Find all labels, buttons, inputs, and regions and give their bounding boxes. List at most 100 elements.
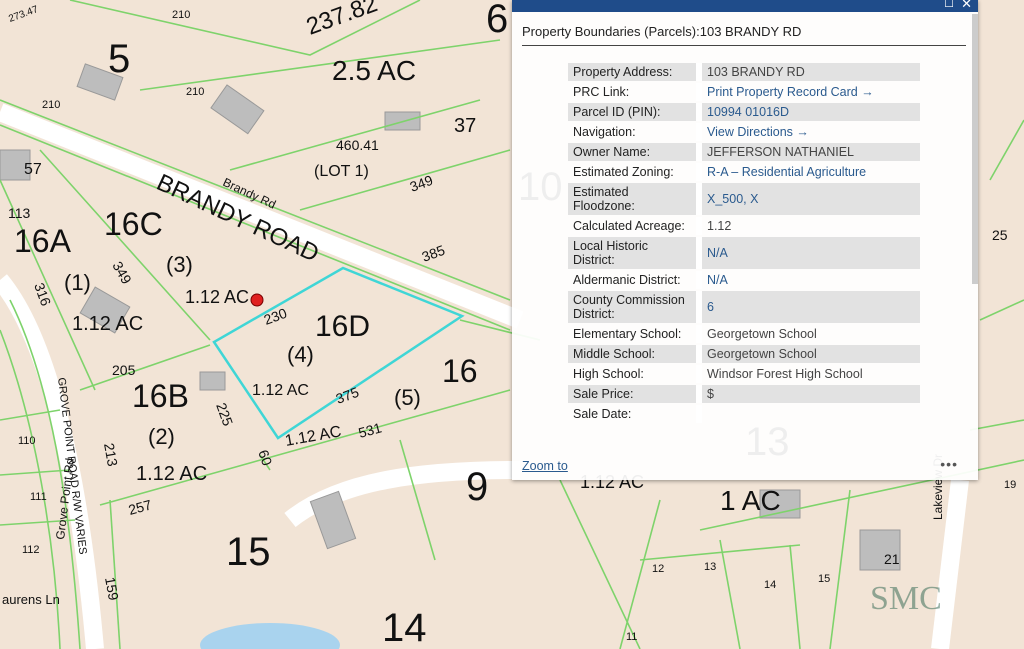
map-label: 1.12 AC (72, 313, 143, 335)
attribute-label: Middle School: (568, 345, 696, 363)
map-label: 460.41 (336, 137, 379, 153)
attribute-label: County Commission District: (568, 291, 696, 323)
attribute-label: Owner Name: (568, 143, 696, 161)
attribute-label: Estimated Floodzone: (568, 183, 696, 215)
divider (522, 45, 966, 46)
close-button[interactable]: ✕ (961, 0, 972, 11)
location-marker (250, 293, 264, 307)
attribute-table: Property Address: 103 BRANDY RD PRC Link: P… (568, 61, 920, 425)
map-label: (5) (394, 385, 421, 410)
attribute-value: Georgetown School (696, 345, 920, 363)
attribute-row: Property Address: 103 BRANDY RD (568, 63, 920, 81)
map-label: 60 (255, 448, 275, 468)
attribute-row: Estimated Floodzone: X_500, X (568, 183, 920, 215)
parcel-popup: ☐ ✕ Property Boundaries (Parcels):103 BR… (512, 0, 978, 480)
map-label: 19 (1004, 479, 1016, 491)
map-label: 16D (315, 310, 370, 343)
attribute-label: Aldermanic District: (573, 273, 681, 287)
attribute-row: Aldermanic District: N/A (568, 271, 920, 289)
map-label: 16B (132, 378, 189, 414)
map-label: 2.5 AC (332, 55, 416, 86)
more-options-button[interactable]: ••• (940, 456, 958, 472)
attribute-value[interactable]: Print Property Record Card → (696, 83, 920, 101)
map-label: 110 (18, 435, 36, 447)
map-label: 113 (8, 205, 31, 221)
map-label: (3) (166, 252, 193, 277)
attribute-label: Estimated Zoning: (573, 165, 674, 179)
map-label: 111 (30, 491, 47, 503)
map-label: 1 AC (720, 485, 781, 516)
map-label: 213 (101, 442, 121, 468)
scrollbar[interactable] (972, 14, 978, 284)
attribute-row: Parcel ID (PIN): 10994 01016D (568, 103, 920, 121)
map-label: 14 (382, 606, 427, 649)
map-label: 1.12 AC (252, 382, 309, 399)
attribute-row: Local Historic District: N/A (568, 237, 920, 269)
selected-parcel-outline[interactable] (212, 266, 465, 440)
attribute-value[interactable]: 10994 01016D (696, 103, 920, 121)
attribute-label: High School: (573, 367, 644, 381)
map-label: 210 (42, 99, 60, 111)
map-label: 6 (486, 0, 508, 41)
attribute-value: 103 BRANDY RD (696, 63, 920, 81)
attribute-row: Sale Price: $ (568, 385, 920, 403)
popup-header: ☐ ✕ (512, 0, 978, 12)
maximize-button[interactable]: ☐ (944, 0, 954, 11)
zoom-to-link[interactable]: Zoom to (522, 459, 568, 473)
map-label: 1.12 AC (185, 287, 249, 307)
map-label: 15 (226, 530, 271, 574)
map-label: 16 (442, 353, 478, 389)
map-label: 112 (22, 544, 40, 556)
map-label: (1) (64, 270, 91, 295)
map-label: (4) (287, 342, 314, 367)
pond (200, 623, 340, 649)
map-label: 37 (454, 115, 476, 137)
map-label: 349 (109, 259, 135, 287)
attribute-value[interactable]: 6 (696, 291, 920, 323)
map-label: (2) (148, 424, 175, 449)
attribute-value[interactable]: View Directions → (696, 123, 920, 141)
attribute-value[interactable]: N/A (696, 237, 920, 269)
map-label: 237.82 (303, 0, 381, 41)
map-label: 316 (31, 281, 54, 309)
map-label: 5 (108, 37, 130, 81)
map-label: 225 (213, 401, 236, 429)
attribute-label: Elementary School: (573, 327, 682, 341)
attribute-row: Estimated Zoning: R-A – Residential Agric… (568, 163, 920, 181)
map-label: 11 (626, 631, 637, 643)
map-label: 210 (186, 86, 204, 98)
attribute-label: Calculated Acreage: (573, 219, 685, 233)
attribute-value[interactable]: N/A (696, 271, 920, 289)
map-label: 385 (420, 242, 448, 265)
attribute-label: Property Address: (568, 63, 696, 81)
attribute-row: Owner Name: JEFFERSON NATHANIEL (568, 143, 920, 161)
map-label: 57 (24, 161, 42, 178)
map-label: 1.12 AC (136, 463, 207, 485)
map-label: 375 (334, 384, 362, 407)
attribute-value: JEFFERSON NATHANIEL (696, 143, 920, 161)
attribute-value[interactable]: X_500, X (696, 183, 920, 215)
map-label: 9 (466, 465, 488, 509)
attribute-row: Elementary School: Georgetown School (568, 325, 920, 343)
map-label: 12 (652, 563, 664, 575)
attribute-value: $ (696, 385, 920, 403)
map-label: 13 (704, 561, 716, 573)
map-label: 159 (102, 576, 122, 602)
attribute-value: Windsor Forest High School (696, 365, 920, 383)
map-label: 349 (408, 172, 436, 195)
map-label: (LOT 1) (314, 163, 369, 180)
map-label: aurens Ln (2, 592, 60, 607)
map-label: 16C (104, 206, 163, 242)
map-label: 273.47 (7, 4, 40, 25)
popup-title: Property Boundaries (Parcels):103 BRANDY… (522, 24, 802, 39)
attribute-label: Local Historic District: (568, 237, 696, 269)
map-label: 257 (127, 496, 154, 518)
attribute-value: Georgetown School (696, 325, 920, 343)
map-label: 205 (112, 362, 136, 378)
attribute-row: PRC Link: Print Property Record Card → (568, 83, 920, 101)
map-label: 14 (764, 579, 776, 591)
map-label: 15 (818, 573, 830, 585)
attribute-value[interactable]: R-A – Residential Agriculture (696, 163, 920, 181)
attribute-label: Navigation: (573, 125, 636, 139)
map-label: 25 (992, 227, 1008, 243)
